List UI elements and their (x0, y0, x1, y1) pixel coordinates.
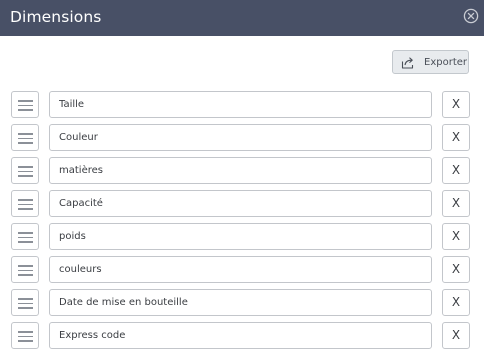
handle-line (18, 298, 33, 300)
dimension-name-input[interactable] (49, 91, 432, 118)
dimensions-dialog: Dimensions Exporter XXXXXXXX (0, 0, 484, 350)
remove-dimension-button[interactable]: X (442, 91, 470, 118)
handle-line (18, 241, 33, 243)
drag-handle-icon[interactable] (11, 322, 39, 349)
handle-line (18, 331, 33, 333)
export-button[interactable]: Exporter (392, 50, 469, 74)
dimension-row: X (0, 289, 484, 316)
dimension-row: X (0, 190, 484, 217)
handle-line (18, 236, 33, 238)
handle-line (18, 232, 33, 234)
dialog-title: Dimensions (10, 8, 102, 26)
handle-line (18, 175, 33, 177)
drag-handle-icon[interactable] (11, 124, 39, 151)
remove-dimension-button[interactable]: X (442, 157, 470, 184)
dimension-name-input[interactable] (49, 124, 432, 151)
handle-line (18, 133, 33, 135)
close-icon[interactable] (463, 8, 479, 24)
dimension-name-input[interactable] (49, 190, 432, 217)
dimension-name-input[interactable] (49, 322, 432, 349)
remove-dimension-button[interactable]: X (442, 322, 470, 349)
remove-dimension-button[interactable]: X (442, 256, 470, 283)
handle-line (18, 208, 33, 210)
remove-dimension-button[interactable]: X (442, 124, 470, 151)
dimension-name-input[interactable] (49, 256, 432, 283)
handle-line (18, 166, 33, 168)
dimension-row: X (0, 124, 484, 151)
dimension-row: X (0, 256, 484, 283)
dimension-name-input[interactable] (49, 223, 432, 250)
remove-dimension-button[interactable]: X (442, 190, 470, 217)
dimension-row: X (0, 91, 484, 118)
handle-line (18, 137, 33, 139)
drag-handle-icon[interactable] (11, 223, 39, 250)
handle-line (18, 199, 33, 201)
drag-handle-icon[interactable] (11, 157, 39, 184)
handle-line (18, 265, 33, 267)
dimension-name-input[interactable] (49, 157, 432, 184)
handle-line (18, 109, 33, 111)
handle-line (18, 100, 33, 102)
drag-handle-icon[interactable] (11, 256, 39, 283)
handle-line (18, 142, 33, 144)
drag-handle-icon[interactable] (11, 190, 39, 217)
handle-line (18, 307, 33, 309)
handle-line (18, 302, 33, 304)
handle-line (18, 340, 33, 342)
dialog-header: Dimensions (0, 0, 484, 36)
export-button-label: Exporter (424, 57, 467, 68)
handle-line (18, 335, 33, 337)
drag-handle-icon[interactable] (11, 289, 39, 316)
handle-line (18, 269, 33, 271)
remove-dimension-button[interactable]: X (442, 223, 470, 250)
remove-dimension-button[interactable]: X (442, 289, 470, 316)
dimension-name-input[interactable] (49, 289, 432, 316)
dimension-row: X (0, 157, 484, 184)
handle-line (18, 170, 33, 172)
handle-line (18, 203, 33, 205)
share-export-icon (401, 55, 415, 69)
handle-line (18, 274, 33, 276)
drag-handle-icon[interactable] (11, 91, 39, 118)
dimension-row: X (0, 322, 484, 349)
handle-line (18, 104, 33, 106)
dimension-row: X (0, 223, 484, 250)
